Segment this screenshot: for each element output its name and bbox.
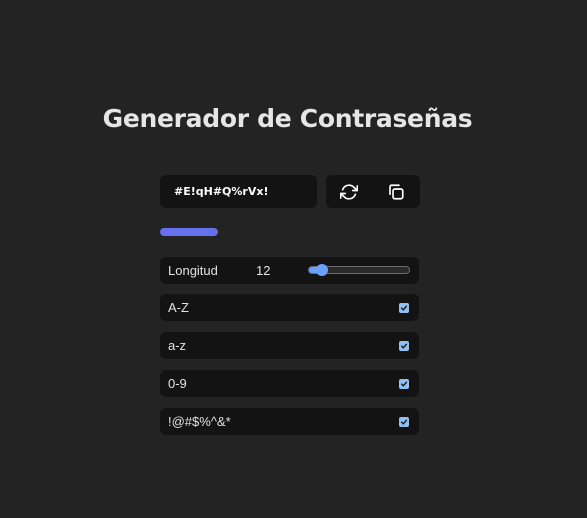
option-row-symbols: !@#$%^&*: [160, 408, 419, 435]
strength-bar-fill: [160, 228, 218, 236]
length-row: Longitud 12: [160, 257, 419, 284]
password-generator-page: Generador de Contraseñas #E!qH#Q%rVx! Lo…: [0, 0, 587, 518]
uppercase-checkbox[interactable]: [399, 303, 409, 313]
length-slider[interactable]: [308, 264, 410, 276]
digits-checkbox[interactable]: [399, 379, 409, 389]
option-label-digits: 0-9: [168, 376, 187, 391]
refresh-icon: [340, 183, 358, 201]
option-label-symbols: !@#$%^&*: [168, 414, 231, 429]
length-slider-thumb[interactable]: [316, 264, 329, 276]
lowercase-checkbox[interactable]: [399, 341, 409, 351]
option-row-lowercase: a-z: [160, 332, 419, 359]
option-row-uppercase: A-Z: [160, 294, 419, 321]
option-label-uppercase: A-Z: [168, 300, 189, 315]
length-value: 12: [256, 263, 271, 278]
actions-panel: [326, 175, 420, 208]
copy-icon: [387, 183, 405, 201]
refresh-button[interactable]: [339, 182, 359, 202]
copy-button[interactable]: [386, 182, 406, 202]
symbols-checkbox[interactable]: [399, 417, 409, 427]
option-row-digits: 0-9: [160, 370, 419, 397]
option-label-lowercase: a-z: [168, 338, 187, 353]
password-text: #E!qH#Q%rVx!: [174, 185, 269, 198]
strength-bar: [160, 228, 218, 236]
password-display[interactable]: #E!qH#Q%rVx!: [160, 175, 317, 208]
length-label: Longitud: [168, 263, 218, 278]
page-title: Generador de Contraseñas: [102, 104, 473, 133]
